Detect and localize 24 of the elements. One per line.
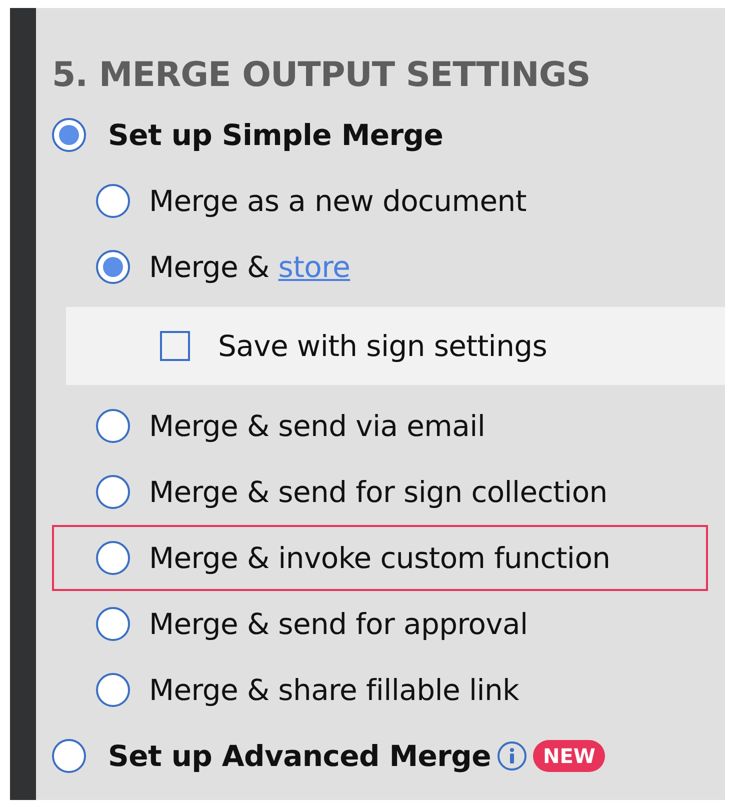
option-label: Merge & send for sign collection xyxy=(149,475,608,509)
option-label: Merge & xyxy=(149,250,270,284)
option-label: Set up Advanced Merge xyxy=(108,739,492,773)
radio-button[interactable] xyxy=(96,475,130,509)
option-label: Merge & share fillable link xyxy=(149,673,520,707)
info-icon[interactable] xyxy=(497,741,528,771)
radio-button[interactable] xyxy=(96,409,130,443)
checkbox[interactable] xyxy=(160,331,190,361)
radio-button[interactable] xyxy=(52,739,86,773)
option-label: Merge & send via email xyxy=(149,409,486,443)
section-heading: 5. MERGE OUTPUT SETTINGS xyxy=(52,54,592,97)
new-badge: NEW xyxy=(533,740,606,772)
store-link[interactable]: store xyxy=(278,250,350,284)
radio-button[interactable] xyxy=(96,607,130,641)
radio-button[interactable] xyxy=(96,184,130,218)
option-label: Set up Simple Merge xyxy=(108,118,444,152)
radio-button[interactable] xyxy=(52,118,86,152)
option-label: Save with sign settings xyxy=(218,329,548,363)
radio-button[interactable] xyxy=(96,673,130,707)
option-label: Merge as a new document xyxy=(149,184,526,218)
option-label: Merge & send for approval xyxy=(149,607,528,641)
radio-button[interactable] xyxy=(96,250,130,284)
radio-button[interactable] xyxy=(96,541,130,575)
option-label: Merge & invoke custom function xyxy=(149,541,610,575)
